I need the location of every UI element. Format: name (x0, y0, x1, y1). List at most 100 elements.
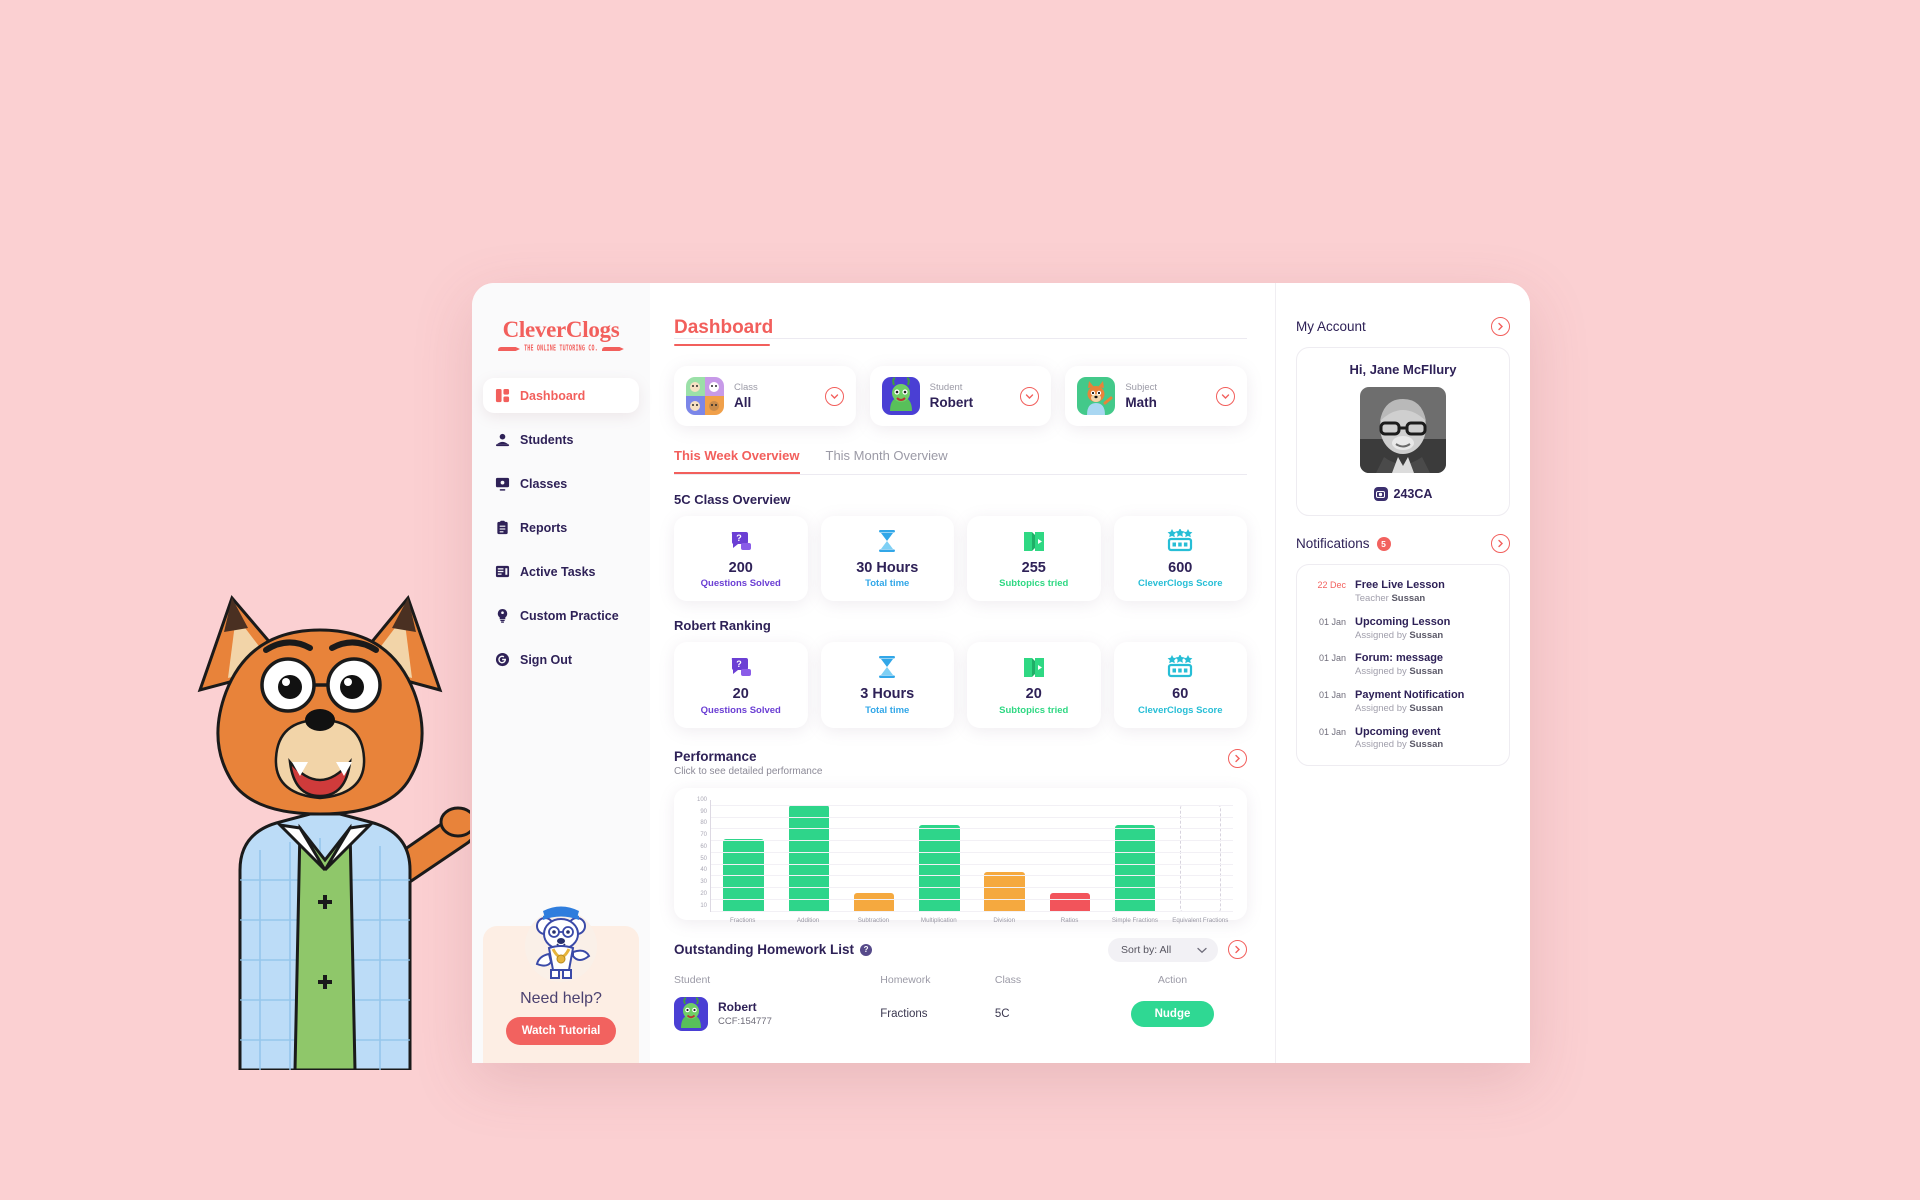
stat-questions-solved-class[interactable]: ? 200 Questions Solved (674, 516, 808, 602)
nudge-button[interactable]: Nudge (1130, 1000, 1215, 1027)
column-header-student: Student (674, 973, 711, 986)
chart-x-tick-label: Fractions (729, 916, 756, 924)
notification-item[interactable]: 01 Jan Upcoming event Assigned by Sussan (1308, 725, 1498, 753)
classes-icon (495, 477, 510, 491)
filter-class-chevron-down-icon[interactable] (824, 386, 844, 406)
performance-chart-card[interactable]: 100 90 80 70 60 50 40 30 20 10 Fractions Addition S… (674, 787, 1247, 924)
performance-header: Performance Click to see detailed perfor… (674, 748, 1247, 777)
sidebar-item-label: Active Tasks (520, 564, 596, 579)
stat-label: Total time (865, 704, 910, 716)
tab-this-month-overview[interactable]: This Month Overview (826, 448, 948, 474)
notification-assignee: Sussan (1409, 702, 1444, 714)
chart-bar (788, 804, 830, 912)
notification-body: Forum: message Assigned by Sussan (1355, 651, 1443, 679)
brand-logo[interactable]: CleverClogs THE ONLINE TUTORING CO. (472, 317, 650, 354)
notifications-arrow-button[interactable] (1491, 534, 1510, 553)
homework-table: Student Homework Class Action Robert CCF… (674, 974, 1247, 1031)
homework-detail-arrow-button[interactable] (1228, 940, 1247, 960)
homework-info-icon[interactable]: ? (860, 943, 873, 956)
sidebar-item-students[interactable]: Students (483, 422, 639, 457)
notification-item[interactable]: 01 Jan Payment Notification Assigned by Su… (1308, 688, 1498, 716)
cell-homework: Fractions (880, 1007, 928, 1020)
column-header-homework: Homework (880, 973, 931, 986)
sort-by-select[interactable]: Sort by: All (1108, 937, 1218, 962)
sidebar-item-active-tasks[interactable]: Active Tasks (483, 554, 639, 589)
stat-total-time-student[interactable]: 3 Hours Total time (820, 642, 954, 728)
student-avatar (881, 377, 920, 415)
notification-assignee: Sussan (1391, 592, 1426, 604)
chart-bar (853, 892, 895, 912)
main-content: Dashboard Class All Student Robert Subje… (650, 283, 1275, 1063)
filter-value: Math (1125, 394, 1157, 410)
sidebar-item-label: Custom Practice (520, 608, 619, 623)
stat-total-time-class[interactable]: 30 Hours Total time (820, 516, 954, 602)
stat-value: 30 Hours (856, 560, 919, 576)
sidebar-item-custom-practice[interactable]: Custom Practice (483, 598, 639, 633)
stat-cleverclogs-score-class[interactable]: 600 CleverClogs Score (1113, 516, 1247, 602)
svg-text:?: ? (736, 659, 742, 669)
page-title: Dashboard (674, 317, 774, 338)
table-row[interactable]: Robert CCF:154777 Fractions 5C Nudge (674, 996, 1247, 1031)
custom-practice-icon (497, 608, 508, 623)
tab-this-week-overview[interactable]: This Week Overview (674, 448, 800, 474)
class-overview-title: 5C Class Overview (674, 492, 791, 507)
filter-label: Class (734, 381, 758, 393)
filter-subject-chevron-down-icon[interactable] (1216, 386, 1236, 406)
filter-student-text: Student Robert (930, 381, 1011, 412)
filter-subject[interactable]: Subject Math (1065, 366, 1248, 426)
stat-cleverclogs-score-student[interactable]: 60 CleverClogs Score (1113, 642, 1247, 728)
performance-chart: 100 90 80 70 60 50 40 30 20 10 (688, 797, 1233, 912)
title-underline (674, 343, 770, 346)
homework-header: Outstanding Homework List ? Sort by: All (674, 937, 1247, 962)
homework-title: Outstanding Homework List (674, 942, 855, 958)
chart-bar-empty (1180, 805, 1221, 912)
notification-subtitle: Assigned by Sussan (1355, 629, 1444, 641)
notification-date: 01 Jan (1318, 689, 1346, 700)
notification-subtitle: Assigned by Sussan (1355, 739, 1444, 751)
filter-class[interactable]: Class All (674, 366, 856, 426)
chart-y-tick-label: 90 (700, 808, 707, 815)
filter-value: Robert (929, 394, 974, 410)
stat-value: 200 (728, 560, 753, 576)
filter-value: All (734, 394, 752, 410)
notification-item[interactable]: 01 Jan Upcoming Lesson Assigned by Sussan (1308, 615, 1498, 643)
sidebar-item-classes[interactable]: Classes (483, 466, 639, 501)
filter-student[interactable]: Student Robert (869, 366, 1052, 426)
sidebar-item-dashboard[interactable]: Dashboard (483, 378, 639, 413)
notification-title: Forum: message (1355, 652, 1444, 665)
sidebar-item-sign-out[interactable]: Sign Out (483, 642, 639, 677)
dashboard-icon (495, 388, 510, 403)
chart-y-tick-label: 80 (700, 820, 707, 827)
notification-item[interactable]: 01 Jan Forum: message Assigned by Sussan (1308, 651, 1498, 679)
sidebar-item-label: Reports (520, 520, 568, 535)
chart-x-tick-label: Subtraction (857, 916, 890, 924)
table-header-row: Student Homework Class Action (674, 974, 1247, 997)
cell-action: Nudge (1098, 1000, 1247, 1027)
stat-label: Questions Solved (700, 578, 781, 590)
filter-subject-text: Subject Math (1125, 381, 1206, 412)
stat-value: 60 (1172, 686, 1189, 703)
filter-student-chevron-down-icon[interactable] (1020, 386, 1040, 406)
polar-bear-mascot-icon (525, 906, 597, 982)
column-header-action: Action (1157, 973, 1188, 986)
stat-questions-solved-student[interactable]: ? 20 Questions Solved (674, 642, 808, 728)
overview-tabs: This Week Overview This Month Overview (674, 448, 1247, 475)
chart-plot-area (710, 799, 1233, 912)
chart-x-tick-label: Division (993, 916, 1016, 924)
notification-title: Upcoming event (1355, 725, 1441, 738)
stat-subtopics-tried-student[interactable]: 20 Subtopics tried (967, 642, 1101, 728)
watch-tutorial-button[interactable]: Watch Tutorial (505, 1017, 617, 1045)
notification-item[interactable]: 22 Dec Free Live Lesson Teacher Sussan (1308, 578, 1498, 606)
performance-detail-arrow-button[interactable] (1228, 748, 1247, 768)
chart-y-tick-label: 40 (700, 867, 707, 874)
stat-subtopics-tried-class[interactable]: 255 Subtopics tried (967, 516, 1101, 602)
sidebar-item-label: Sign Out (520, 652, 573, 667)
stat-label: Questions Solved (700, 704, 781, 716)
sidebar-item-reports[interactable]: Reports (483, 510, 639, 545)
my-account-card[interactable]: Hi, Jane McFllury 243CA (1296, 347, 1510, 516)
chart-x-tick-labels: Fractions Addition Subtraction Multiplicati… (710, 912, 1233, 925)
filter-class-text: Class All (734, 381, 815, 412)
chart-y-tick-label: 10 (700, 902, 707, 909)
brand-tagline: THE ONLINE TUTORING CO. (524, 344, 598, 354)
my-account-arrow-button[interactable] (1491, 317, 1510, 336)
